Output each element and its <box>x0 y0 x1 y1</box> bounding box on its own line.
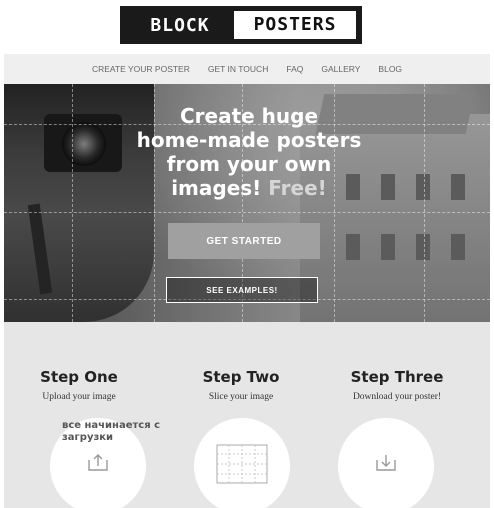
step-one: Step One Upload your image <box>4 322 154 402</box>
step-description: Download your poster! <box>352 392 442 402</box>
hero-headline-line: images! <box>171 176 262 200</box>
step-title: Step Two <box>202 368 280 386</box>
download-icon <box>376 455 396 471</box>
grid-line <box>424 84 425 322</box>
nav-blog[interactable]: BLOG <box>378 64 402 74</box>
overlay-note-text: все начинается с загрузки <box>62 420 161 443</box>
site-logo[interactable]: BLOCK POSTERS <box>120 6 362 44</box>
nav-gallery[interactable]: GALLERY <box>321 64 360 74</box>
get-started-button[interactable]: GET STARTED <box>168 223 320 259</box>
hero-headline-line: Create huge <box>179 104 319 128</box>
grid-line <box>4 212 490 213</box>
main-nav: CREATE YOUR POSTER GET IN TOUCH FAQ GALL… <box>4 54 490 84</box>
step-two: Step Two Slice your image <box>166 322 316 402</box>
step-three: Step Three Download your poster! <box>322 322 472 402</box>
steps-section: Step One Upload your image Step Two Slic… <box>4 322 490 508</box>
hero-headline-free: Free! <box>268 176 327 200</box>
hero-headline: Create huge home-made posters from your … <box>124 104 374 200</box>
hero-headline-line: home-made posters <box>136 128 362 152</box>
step-title: Step One <box>40 368 118 386</box>
logo-word-block: BLOCK <box>150 14 210 36</box>
step-title: Step Three <box>350 368 444 386</box>
grid-line <box>72 84 73 322</box>
hero-section: Create huge home-made posters from your … <box>4 84 490 322</box>
nav-create-your-poster[interactable]: CREATE YOUR POSTER <box>92 64 190 74</box>
see-examples-button[interactable]: SEE EXAMPLES! <box>166 277 318 303</box>
logo-word-posters: POSTERS <box>234 11 356 39</box>
step-two-circle <box>194 418 290 508</box>
step-three-circle <box>338 418 434 508</box>
step-description: Slice your image <box>208 392 274 402</box>
nav-faq[interactable]: FAQ <box>286 64 303 74</box>
slice-grid-icon <box>216 444 268 484</box>
step-description: Upload your image <box>42 392 116 402</box>
hero-headline-line: from your own <box>166 152 332 176</box>
upload-icon <box>88 454 108 471</box>
nav-get-in-touch[interactable]: GET IN TOUCH <box>208 64 268 74</box>
